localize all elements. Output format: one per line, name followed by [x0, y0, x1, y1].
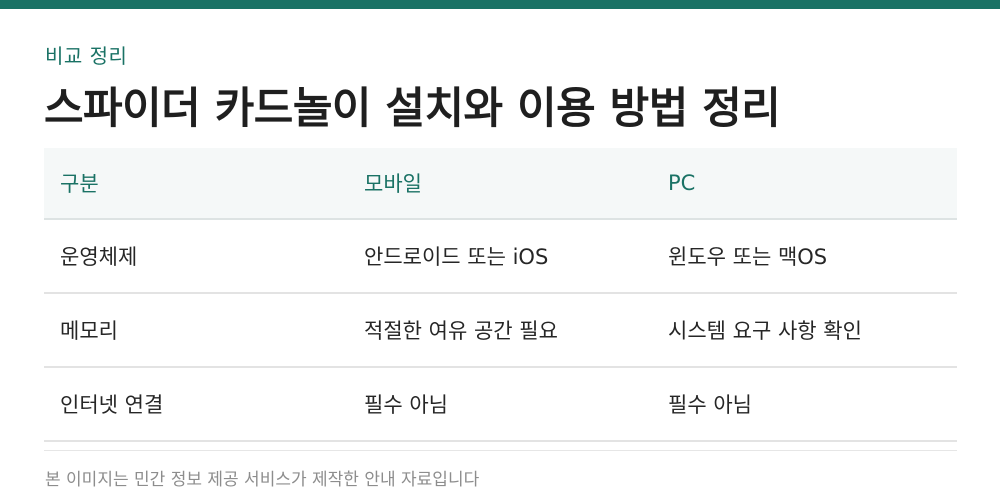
column-header-pc: PC: [652, 148, 957, 220]
cell-mobile-memory: 적절한 여유 공간 필요: [348, 293, 652, 368]
footnote: 본 이미지는 민간 정보 제공 서비스가 제작한 안내 자료입니다: [45, 470, 480, 490]
cell-mobile-os: 안드로이드 또는 iOS: [348, 219, 652, 294]
table-row: 메모리 적절한 여유 공간 필요 시스템 요구 사항 확인: [44, 293, 957, 368]
page-title: 스파이더 카드놀이 설치와 이용 방법 정리: [44, 84, 781, 134]
comparison-table: 구분 모바일 PC 운영체제 안드로이드 또는 iOS 윈도우 또는 맥OS 메…: [44, 148, 957, 442]
cell-pc-memory: 시스템 요구 사항 확인: [652, 293, 957, 368]
table-header: 구분 모바일 PC: [44, 148, 957, 220]
cell-mobile-internet: 필수 아님: [348, 367, 652, 442]
row-label-os: 운영체제: [44, 219, 348, 294]
top-accent-bar: [0, 0, 1000, 9]
table-row: 운영체제 안드로이드 또는 iOS 윈도우 또는 맥OS: [44, 219, 957, 294]
row-label-memory: 메모리: [44, 293, 348, 368]
row-label-internet: 인터넷 연결: [44, 367, 348, 442]
column-header-mobile: 모바일: [348, 148, 652, 220]
footer-divider: [44, 450, 957, 451]
table-row: 인터넷 연결 필수 아님 필수 아님: [44, 367, 957, 442]
table-body: 운영체제 안드로이드 또는 iOS 윈도우 또는 맥OS 메모리 적절한 여유 …: [44, 219, 957, 442]
table-header-row: 구분 모바일 PC: [44, 148, 957, 220]
section-eyebrow: 비교 정리: [45, 44, 128, 68]
cell-pc-internet: 필수 아님: [652, 367, 957, 442]
cell-pc-os: 윈도우 또는 맥OS: [652, 219, 957, 294]
column-header-category: 구분: [44, 148, 348, 220]
